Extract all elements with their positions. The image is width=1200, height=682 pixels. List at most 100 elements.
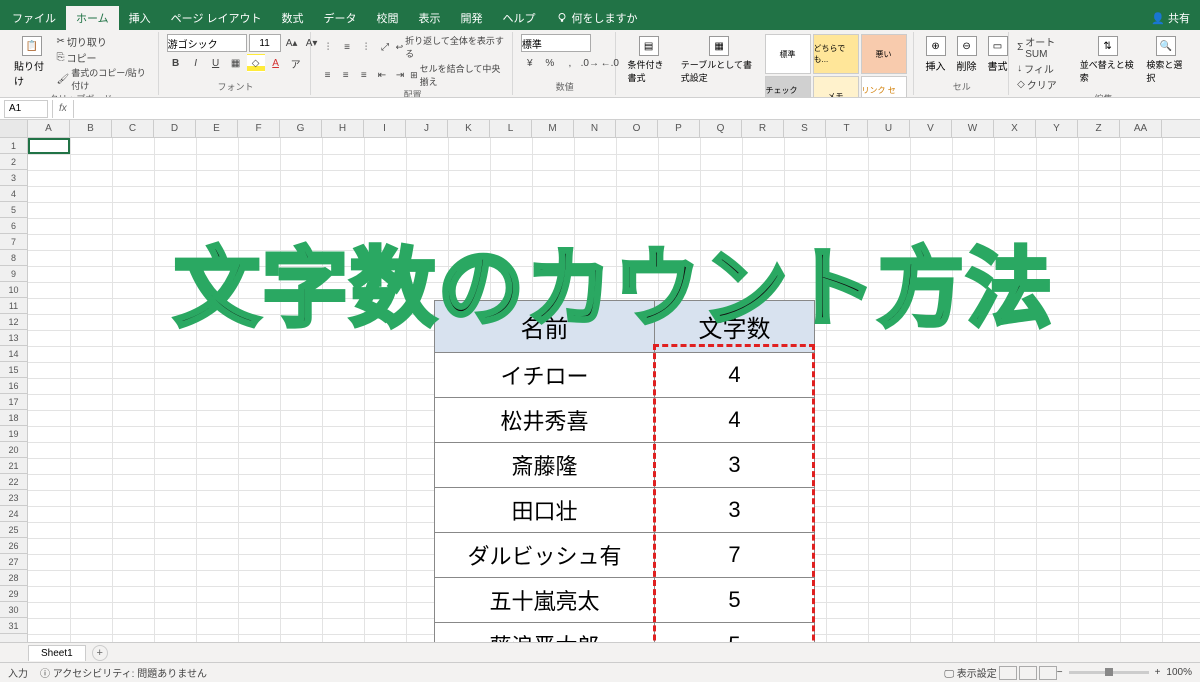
italic-button[interactable]: I xyxy=(187,54,205,72)
indent-decrease-button[interactable]: ⇤ xyxy=(374,66,390,84)
row-header[interactable]: 2 xyxy=(0,154,27,170)
column-header[interactable]: L xyxy=(490,120,532,137)
tell-me-search[interactable]: 何をしますか xyxy=(546,6,648,30)
column-header[interactable]: M xyxy=(532,120,574,137)
paste-button[interactable]: 📋 貼り付け xyxy=(10,34,53,90)
style-bad[interactable]: 悪い xyxy=(861,34,907,74)
orientation-button[interactable]: ⤢ xyxy=(377,38,394,56)
row-header[interactable]: 1 xyxy=(0,138,27,154)
tab-help[interactable]: ヘルプ xyxy=(493,6,546,30)
sheet-tab-1[interactable]: Sheet1 xyxy=(28,645,86,661)
increase-font-button[interactable]: A▴ xyxy=(283,34,301,52)
merge-center-button[interactable]: ⊞セルを結合して中央揃え xyxy=(410,62,506,88)
column-header[interactable]: U xyxy=(868,120,910,137)
row-header[interactable]: 27 xyxy=(0,554,27,570)
align-center-button[interactable]: ≡ xyxy=(338,66,354,84)
column-header[interactable]: K xyxy=(448,120,490,137)
column-header[interactable]: C xyxy=(112,120,154,137)
tab-formulas[interactable]: 数式 xyxy=(272,6,314,30)
align-left-button[interactable]: ≡ xyxy=(319,66,335,84)
column-header[interactable]: W xyxy=(952,120,994,137)
sort-filter-button[interactable]: ⇅並べ替えと検索 xyxy=(1076,34,1140,86)
column-header[interactable]: E xyxy=(196,120,238,137)
format-painter-button[interactable]: 🖌書式のコピー/貼り付け xyxy=(56,66,151,92)
row-header[interactable]: 24 xyxy=(0,506,27,522)
column-header[interactable]: Q xyxy=(700,120,742,137)
row-header[interactable]: 28 xyxy=(0,570,27,586)
row-header[interactable]: 9 xyxy=(0,266,27,282)
worksheet-grid[interactable]: ABCDEFGHIJKLMNOPQRSTUVWXYZAA 12345678910… xyxy=(0,120,1200,642)
align-top-button[interactable]: ⫶ xyxy=(319,38,336,56)
column-header[interactable]: J xyxy=(406,120,448,137)
row-header[interactable]: 26 xyxy=(0,538,27,554)
font-name-select[interactable] xyxy=(167,34,247,52)
zoom-out-button[interactable]: − xyxy=(1057,667,1063,678)
column-header[interactable]: P xyxy=(658,120,700,137)
tab-file[interactable]: ファイル xyxy=(2,6,66,30)
column-header[interactable]: O xyxy=(616,120,658,137)
clear-button[interactable]: ◇クリア xyxy=(1017,77,1073,92)
tab-pagelayout[interactable]: ページ レイアウト xyxy=(161,6,272,30)
phonetic-button[interactable]: ア xyxy=(287,54,305,72)
font-size-select[interactable] xyxy=(249,34,281,52)
cut-button[interactable]: ✂切り取り xyxy=(56,34,151,49)
tab-data[interactable]: データ xyxy=(314,6,367,30)
row-header[interactable]: 30 xyxy=(0,602,27,618)
bold-button[interactable]: B xyxy=(167,54,185,72)
wrap-text-button[interactable]: ↩折り返して全体を表示する xyxy=(396,34,506,60)
row-header[interactable]: 29 xyxy=(0,586,27,602)
view-pagelayout-button[interactable] xyxy=(1019,666,1037,680)
indent-increase-button[interactable]: ⇥ xyxy=(392,66,408,84)
fill-color-button[interactable]: ◇ xyxy=(247,54,265,72)
fill-button[interactable]: ↓フィル xyxy=(1017,61,1073,76)
view-pagebreak-button[interactable] xyxy=(1039,666,1057,680)
column-header[interactable]: G xyxy=(280,120,322,137)
row-header[interactable]: 21 xyxy=(0,458,27,474)
format-as-table-button[interactable]: ▦ テーブルとして書式設定 xyxy=(677,34,762,86)
row-header[interactable]: 3 xyxy=(0,170,27,186)
style-note[interactable]: メモ xyxy=(813,76,859,98)
row-header[interactable]: 7 xyxy=(0,234,27,250)
column-header[interactable]: A xyxy=(28,120,70,137)
zoom-control[interactable]: − + 100% xyxy=(1057,667,1192,678)
tab-insert[interactable]: 挿入 xyxy=(119,6,161,30)
tab-home[interactable]: ホーム xyxy=(66,6,119,30)
column-header[interactable]: Z xyxy=(1078,120,1120,137)
row-header[interactable]: 11 xyxy=(0,298,27,314)
row-header[interactable]: 4 xyxy=(0,186,27,202)
underline-button[interactable]: U xyxy=(207,54,225,72)
find-select-button[interactable]: 🔍検索と選択 xyxy=(1142,34,1190,86)
view-normal-button[interactable] xyxy=(999,666,1017,680)
row-header[interactable]: 12 xyxy=(0,314,27,330)
tab-developer[interactable]: 開発 xyxy=(451,6,493,30)
row-header[interactable]: 14 xyxy=(0,346,27,362)
column-header[interactable]: N xyxy=(574,120,616,137)
column-header[interactable]: R xyxy=(742,120,784,137)
align-middle-button[interactable]: ≡ xyxy=(338,38,355,56)
format-cells-button[interactable]: ▭書式 xyxy=(984,34,1012,75)
autosum-button[interactable]: Σオート SUM xyxy=(1017,34,1073,60)
add-sheet-button[interactable]: + xyxy=(92,645,108,661)
align-right-button[interactable]: ≡ xyxy=(356,66,372,84)
style-normal[interactable]: 標準 xyxy=(765,34,811,74)
row-header[interactable]: 22 xyxy=(0,474,27,490)
row-header[interactable]: 18 xyxy=(0,410,27,426)
name-box[interactable]: A1 xyxy=(4,100,48,118)
column-header[interactable]: F xyxy=(238,120,280,137)
decrease-decimal-button[interactable]: ←.0 xyxy=(601,54,619,72)
row-header[interactable]: 31 xyxy=(0,618,27,634)
row-header[interactable]: 13 xyxy=(0,330,27,346)
number-format-select[interactable] xyxy=(521,34,591,52)
row-header[interactable]: 20 xyxy=(0,442,27,458)
row-header[interactable]: 17 xyxy=(0,394,27,410)
row-header[interactable]: 19 xyxy=(0,426,27,442)
column-header[interactable]: D xyxy=(154,120,196,137)
font-color-button[interactable]: A xyxy=(267,54,285,72)
column-header[interactable]: I xyxy=(364,120,406,137)
select-all-corner[interactable] xyxy=(0,120,28,137)
tab-review[interactable]: 校閲 xyxy=(367,6,409,30)
column-header[interactable]: S xyxy=(784,120,826,137)
cell-styles-gallery[interactable]: 標準 チェック セ... どちらでも... メモ 悪い リンク セル... xyxy=(765,34,907,98)
accessibility-status[interactable]: ⓘ アクセシビリティ: 問題ありません xyxy=(40,665,207,680)
tab-view[interactable]: 表示 xyxy=(409,6,451,30)
